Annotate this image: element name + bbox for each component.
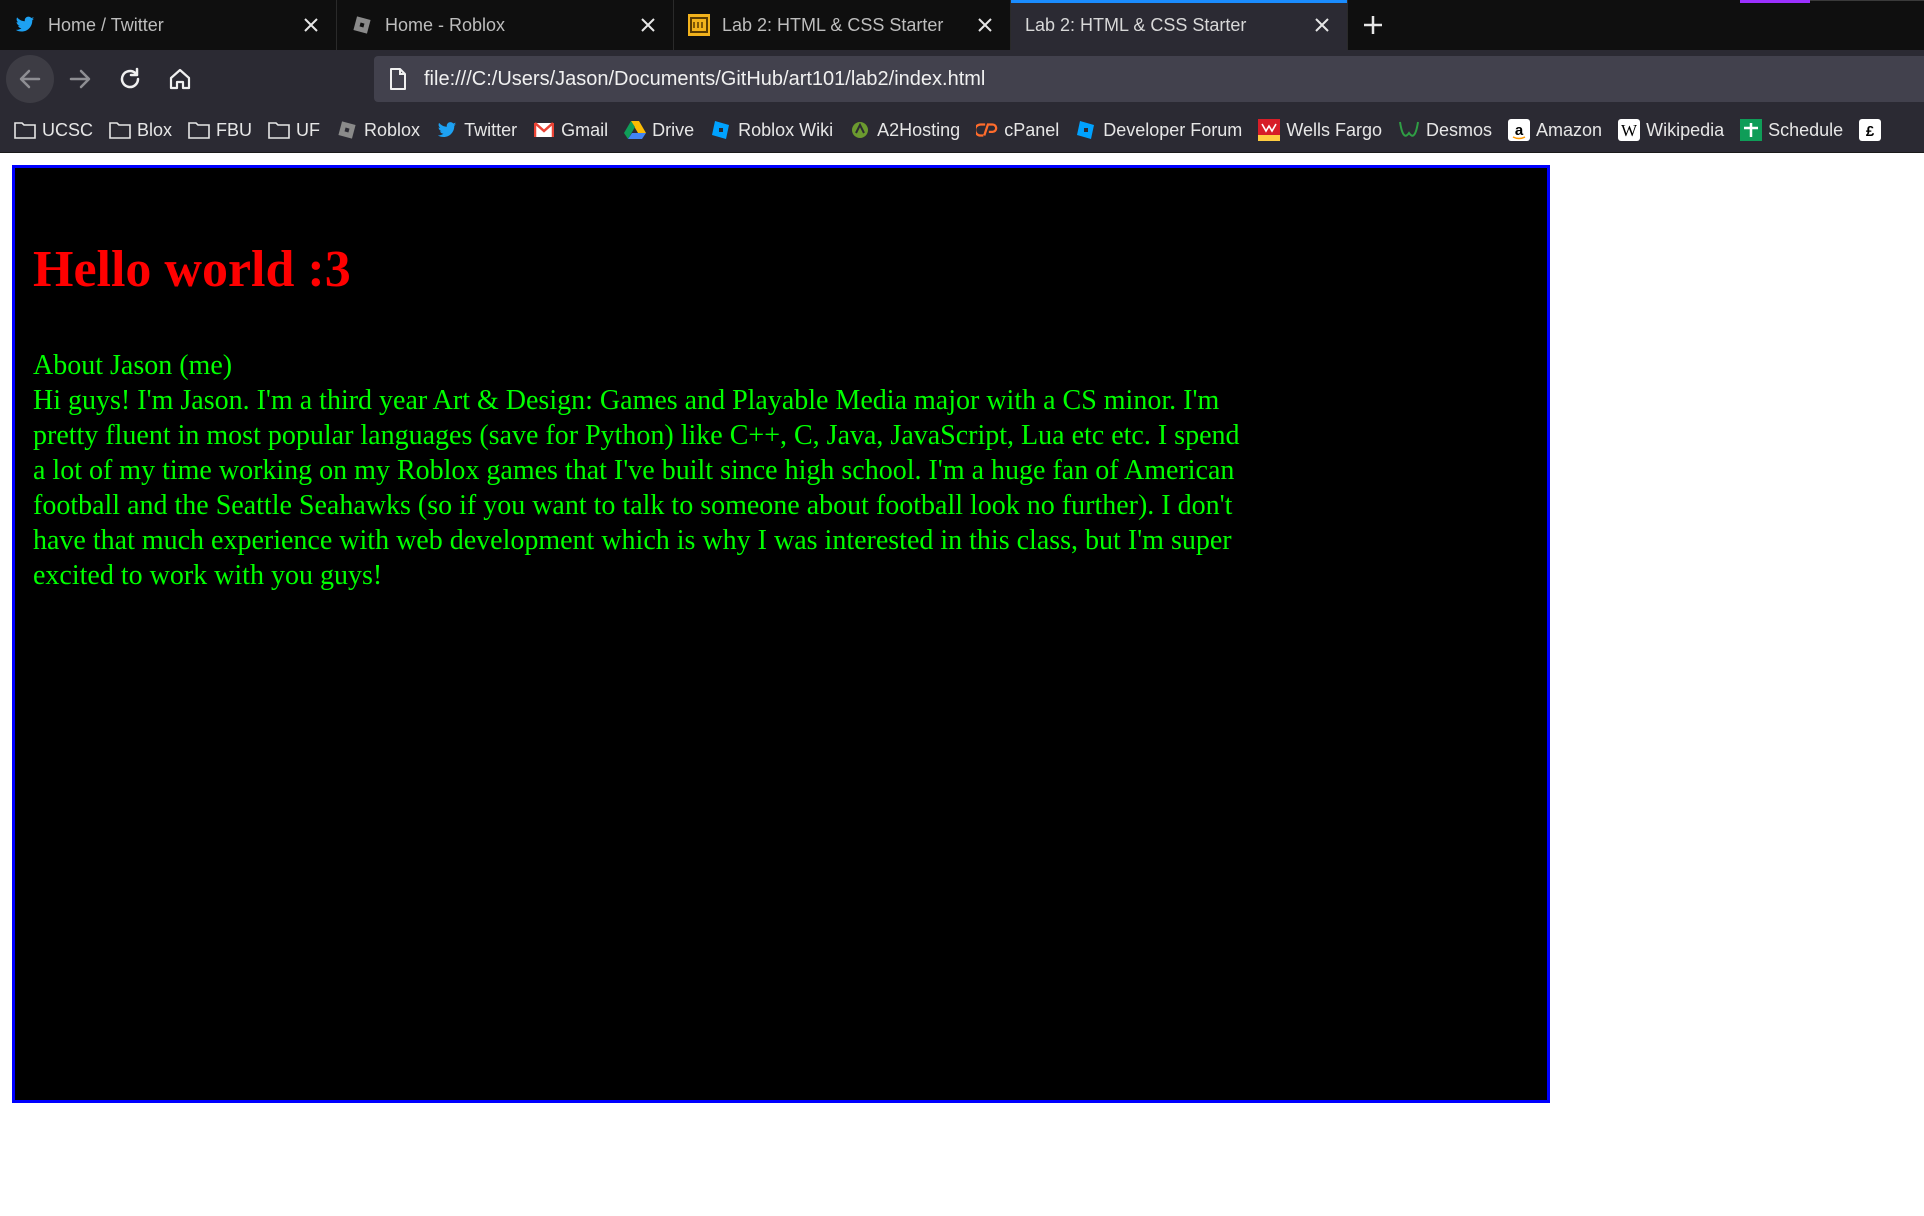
bookmark-folder-fbu[interactable]: FBU bbox=[188, 120, 252, 141]
close-tab-icon[interactable] bbox=[974, 14, 996, 36]
overflow-bookmark-icon: £ bbox=[1859, 119, 1882, 141]
bookmark-label: A2Hosting bbox=[877, 119, 961, 140]
bookmark-amazon[interactable]: a Amazon bbox=[1508, 119, 1603, 141]
tab-title: Lab 2: HTML & CSS Starter bbox=[1025, 14, 1247, 35]
address-bar[interactable]: file:///C:/Users/Jason/Documents/GitHub/… bbox=[374, 56, 1924, 102]
bookmark-wells-fargo[interactable]: Wells Fargo bbox=[1258, 119, 1383, 141]
home-button[interactable] bbox=[156, 55, 204, 103]
bookmark-gmail[interactable]: Gmail bbox=[533, 120, 608, 141]
forward-arrow-icon bbox=[69, 69, 91, 89]
bookmark-a2hosting[interactable]: A2Hosting bbox=[849, 120, 960, 141]
bookmark-label: Schedule bbox=[1768, 119, 1844, 140]
plus-icon bbox=[1364, 16, 1382, 34]
bookmark-folder-blox[interactable]: Blox bbox=[109, 120, 172, 141]
tab-lab2-active[interactable]: Lab 2: HTML & CSS Starter bbox=[1011, 0, 1348, 50]
cpanel-icon bbox=[976, 120, 998, 140]
close-tab-icon[interactable] bbox=[300, 14, 322, 36]
reload-icon bbox=[120, 67, 140, 89]
bookmark-label: Wells Fargo bbox=[1286, 119, 1383, 140]
tab-title: Home / Twitter bbox=[48, 14, 164, 35]
svg-text:£: £ bbox=[1866, 123, 1875, 140]
home-icon bbox=[169, 68, 191, 90]
tab-title: Home - Roblox bbox=[385, 14, 506, 35]
window-edge-line bbox=[1810, 0, 1924, 1]
schedule-icon bbox=[1740, 119, 1763, 141]
new-tab-button[interactable] bbox=[1348, 0, 1398, 50]
url-text[interactable]: file:///C:/Users/Jason/Documents/GitHub/… bbox=[424, 68, 985, 91]
svg-text:a: a bbox=[1515, 122, 1524, 139]
twitter-icon bbox=[14, 14, 36, 36]
back-arrow-icon bbox=[19, 69, 41, 89]
bookmark-label: UF bbox=[296, 119, 321, 140]
bookmark-label: Amazon bbox=[1536, 119, 1603, 140]
tab-strip: Home / Twitter Home - Roblox Lab 2: HTML… bbox=[0, 0, 1924, 50]
about-title: About Jason (me) bbox=[33, 350, 233, 381]
tab-lab2-ucsc[interactable]: Lab 2: HTML & CSS Starter bbox=[674, 0, 1011, 50]
bookmark-label: Blox bbox=[137, 119, 173, 140]
page-icon bbox=[386, 67, 410, 91]
bookmark-label: cPanel bbox=[1004, 119, 1060, 140]
bookmark-label: Gmail bbox=[561, 119, 609, 140]
page-heading: Hello world :3 bbox=[33, 241, 351, 298]
bookmarks-bar: UCSC Blox FBU UF Roblox Twitter Gmail Dr… bbox=[0, 108, 1924, 153]
bookmark-label: Drive bbox=[652, 119, 695, 140]
devforum-icon bbox=[1075, 120, 1097, 140]
bookmark-label: Roblox Wiki bbox=[738, 119, 834, 140]
folder-icon bbox=[268, 120, 290, 140]
bookmark-developer-forum[interactable]: Developer Forum bbox=[1075, 120, 1242, 141]
svg-text:W: W bbox=[1621, 121, 1638, 140]
bookmark-roblox-wiki[interactable]: Roblox Wiki bbox=[710, 120, 833, 141]
folder-icon bbox=[109, 120, 131, 140]
bookmark-overflow[interactable]: £ bbox=[1859, 119, 1887, 141]
forward-button[interactable] bbox=[56, 55, 104, 103]
desmos-icon bbox=[1398, 119, 1421, 141]
content-container: Hello world :3 About Jason (me) Hi guys!… bbox=[12, 165, 1550, 1103]
wikipedia-icon: W bbox=[1618, 119, 1641, 141]
bookmark-roblox[interactable]: Roblox bbox=[336, 120, 420, 141]
window-accent-bar bbox=[1740, 0, 1810, 3]
bookmark-desmos[interactable]: Desmos bbox=[1398, 119, 1493, 141]
back-button[interactable] bbox=[6, 55, 54, 103]
tab-roblox[interactable]: Home - Roblox bbox=[337, 0, 674, 50]
bookmark-label: Roblox bbox=[364, 119, 421, 140]
roblox-icon bbox=[336, 120, 358, 140]
bookmark-folder-uf[interactable]: UF bbox=[268, 120, 320, 141]
navigation-bar: file:///C:/Users/Jason/Documents/GitHub/… bbox=[0, 50, 1924, 108]
tab-title: Lab 2: HTML & CSS Starter bbox=[722, 14, 944, 35]
reload-button[interactable] bbox=[106, 55, 154, 103]
page-viewport: Hello world :3 About Jason (me) Hi guys!… bbox=[0, 153, 1924, 1216]
gmail-icon bbox=[533, 120, 555, 140]
bookmark-drive[interactable]: Drive bbox=[624, 120, 694, 141]
bookmark-twitter[interactable]: Twitter bbox=[436, 120, 517, 141]
bookmark-folder-ucsc[interactable]: UCSC bbox=[14, 120, 93, 141]
roblox-icon bbox=[351, 14, 373, 36]
about-text: Hi guys! I'm Jason. I'm a third year Art… bbox=[33, 385, 1240, 591]
bookmark-label: Twitter bbox=[464, 119, 518, 140]
roblox-wiki-icon bbox=[710, 120, 732, 140]
bookmark-label: Developer Forum bbox=[1103, 119, 1243, 140]
bookmark-label: Wikipedia bbox=[1646, 119, 1725, 140]
bookmark-label: UCSC bbox=[42, 119, 94, 140]
wells-fargo-icon bbox=[1258, 119, 1281, 141]
close-tab-icon[interactable] bbox=[1311, 14, 1333, 36]
about-section: About Jason (me) Hi guys! I'm Jason. I'm… bbox=[33, 348, 1253, 593]
ucsc-icon bbox=[688, 14, 710, 36]
tab-twitter[interactable]: Home / Twitter bbox=[0, 0, 337, 50]
amazon-icon: a bbox=[1508, 119, 1531, 141]
folder-icon bbox=[14, 120, 36, 140]
bookmark-label: FBU bbox=[216, 119, 253, 140]
close-tab-icon[interactable] bbox=[637, 14, 659, 36]
a2hosting-icon bbox=[849, 120, 871, 140]
twitter-icon bbox=[436, 120, 458, 140]
bookmark-schedule[interactable]: Schedule bbox=[1740, 119, 1844, 141]
drive-icon bbox=[624, 120, 647, 140]
folder-icon bbox=[188, 120, 210, 140]
bookmark-label: Desmos bbox=[1426, 119, 1493, 140]
bookmark-cpanel[interactable]: cPanel bbox=[976, 120, 1059, 141]
bookmark-wikipedia[interactable]: W Wikipedia bbox=[1618, 119, 1725, 141]
